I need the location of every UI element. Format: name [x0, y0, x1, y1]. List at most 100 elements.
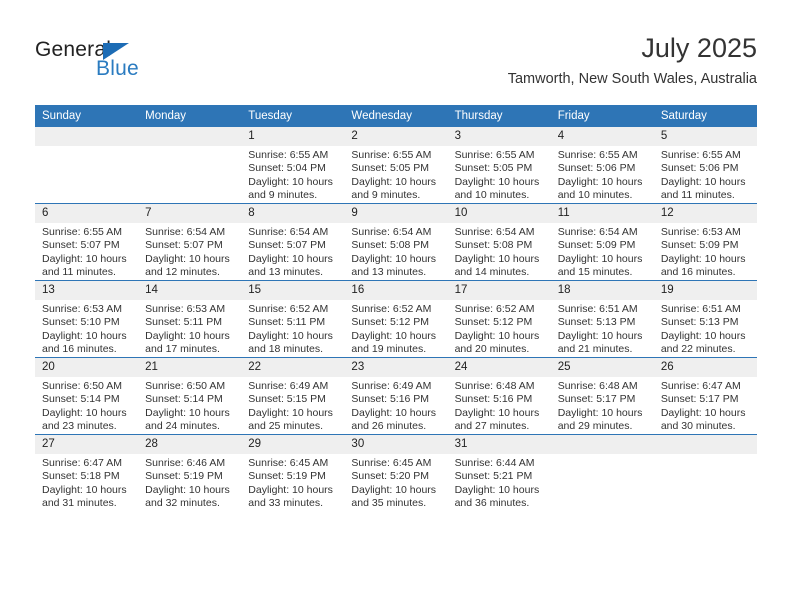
day-detail-line: Sunset: 5:07 PM [248, 239, 326, 252]
calendar-day-cell[interactable]: 5 Sunrise: 6:55 AM Sunset: 5:06 PM Daylight… [653, 127, 757, 204]
day-detail-line: Daylight: 10 hours [454, 252, 540, 265]
day-number: 16 [344, 281, 448, 300]
day-detail-line: Sunrise: 6:52 AM [351, 303, 432, 315]
day-detail-line: Daylight: 10 hours [145, 483, 230, 496]
calendar-day-cell[interactable]: 16 Sunrise: 6:52 AM Sunset: 5:12 PM Dayligh… [344, 280, 448, 358]
calendar-day-cell[interactable]: 1 Sunrise: 6:55 AM Sunset: 5:04 PM Daylight… [241, 127, 345, 204]
calendar-day-cell[interactable]: 27 Sunrise: 6:47 AM Sunset: 5:18 PM Dayligh… [35, 434, 139, 511]
calendar-empty-cell [138, 127, 242, 204]
day-number: 26 [653, 358, 757, 377]
day-number: 17 [447, 281, 551, 300]
day-detail-line: Daylight: 10 hours [660, 175, 746, 188]
calendar-day-cell[interactable]: 18 Sunrise: 6:51 AM Sunset: 5:13 PM Dayligh… [550, 280, 654, 358]
day-detail-line: Sunset: 5:10 PM [42, 316, 120, 329]
day-detail-line: Sunrise: 6:45 AM [248, 457, 329, 469]
day-detail-line: Daylight: 10 hours [454, 406, 540, 419]
day-number [138, 127, 242, 146]
calendar-day-cell[interactable]: 2 Sunrise: 6:55 AM Sunset: 5:05 PM Daylight… [344, 127, 448, 204]
day-detail-line: Sunset: 5:14 PM [145, 393, 223, 406]
day-details: Sunrise: 6:49 AM Sunset: 5:15 PM Daylight:… [241, 377, 344, 434]
day-detail-line: Sunrise: 6:44 AM [454, 457, 535, 469]
page-header: General Blue July 2025 Tamworth, New Sou… [35, 32, 757, 96]
day-detail-line: Sunset: 5:12 PM [454, 316, 533, 329]
day-details: Sunrise: 6:50 AM Sunset: 5:14 PM Daylight:… [138, 377, 241, 434]
day-details: Sunrise: 6:44 AM Sunset: 5:21 PM Daylight:… [448, 454, 551, 511]
day-detail-line: and 32 minutes. [145, 497, 220, 510]
day-detail-line: Sunrise: 6:52 AM [454, 303, 535, 315]
day-detail-line: Sunset: 5:13 PM [660, 316, 739, 329]
day-detail-line: and 10 minutes. [557, 189, 633, 202]
calendar-day-cell[interactable]: 29 Sunrise: 6:45 AM Sunset: 5:19 PM Dayligh… [241, 434, 345, 511]
calendar-day-cell[interactable]: 31 Sunrise: 6:44 AM Sunset: 5:21 PM Dayligh… [447, 434, 551, 511]
calendar-day-cell[interactable]: 7 Sunrise: 6:54 AM Sunset: 5:07 PM Daylight… [138, 203, 242, 281]
weekday-header-monday: Monday [138, 105, 242, 127]
brand-logo[interactable]: General Blue [35, 38, 235, 86]
day-detail-line: and 19 minutes. [351, 343, 427, 356]
calendar-day-cell[interactable]: 24 Sunrise: 6:48 AM Sunset: 5:16 PM Dayligh… [447, 357, 551, 435]
day-detail-line: Sunset: 5:09 PM [660, 239, 739, 252]
calendar-body: 1 Sunrise: 6:55 AM Sunset: 5:04 PM Daylight… [35, 127, 757, 511]
calendar-day-cell[interactable]: 13 Sunrise: 6:53 AM Sunset: 5:10 PM Dayligh… [35, 280, 139, 358]
calendar-day-cell[interactable]: 30 Sunrise: 6:45 AM Sunset: 5:20 PM Dayligh… [344, 434, 448, 511]
calendar-day-cell[interactable]: 6 Sunrise: 6:55 AM Sunset: 5:07 PM Daylight… [35, 203, 139, 281]
calendar-day-cell[interactable]: 4 Sunrise: 6:55 AM Sunset: 5:06 PM Daylight… [550, 127, 654, 204]
day-detail-line: and 29 minutes. [557, 420, 633, 433]
day-detail-line: and 26 minutes. [351, 420, 427, 433]
calendar-day-cell[interactable]: 23 Sunrise: 6:49 AM Sunset: 5:16 PM Dayligh… [344, 357, 448, 435]
day-detail-line: Sunrise: 6:54 AM [248, 226, 329, 238]
calendar-day-cell[interactable]: 20 Sunrise: 6:50 AM Sunset: 5:14 PM Dayligh… [35, 357, 139, 435]
day-details: Sunrise: 6:53 AM Sunset: 5:11 PM Daylight:… [138, 300, 241, 357]
day-details: Sunrise: 6:47 AM Sunset: 5:18 PM Daylight:… [35, 454, 138, 511]
day-detail-line: Sunrise: 6:46 AM [145, 457, 226, 469]
day-detail-line: Sunrise: 6:49 AM [351, 380, 432, 392]
calendar-day-cell[interactable]: 9 Sunrise: 6:54 AM Sunset: 5:08 PM Daylight… [344, 203, 448, 281]
calendar-day-cell[interactable]: 3 Sunrise: 6:55 AM Sunset: 5:05 PM Daylight… [447, 127, 551, 204]
calendar-week-row: 13 Sunrise: 6:53 AM Sunset: 5:10 PM Dayligh… [35, 280, 757, 358]
day-number: 10 [447, 204, 551, 223]
calendar-day-cell[interactable]: 17 Sunrise: 6:52 AM Sunset: 5:12 PM Dayligh… [447, 280, 551, 358]
day-detail-line: Sunrise: 6:51 AM [557, 303, 638, 315]
calendar-day-cell[interactable]: 14 Sunrise: 6:53 AM Sunset: 5:11 PM Dayligh… [138, 280, 242, 358]
calendar-empty-cell [35, 127, 139, 204]
day-detail-line: Daylight: 10 hours [248, 329, 333, 342]
day-detail-line: Daylight: 10 hours [660, 406, 746, 419]
calendar-day-cell[interactable]: 19 Sunrise: 6:51 AM Sunset: 5:13 PM Dayligh… [653, 280, 757, 358]
day-details: Sunrise: 6:47 AM Sunset: 5:17 PM Daylight:… [654, 377, 757, 434]
calendar-day-cell[interactable]: 21 Sunrise: 6:50 AM Sunset: 5:14 PM Dayligh… [138, 357, 242, 435]
calendar-day-cell[interactable]: 15 Sunrise: 6:52 AM Sunset: 5:11 PM Dayligh… [241, 280, 345, 358]
day-number: 23 [344, 358, 448, 377]
day-number: 25 [550, 358, 654, 377]
day-details: Sunrise: 6:51 AM Sunset: 5:13 PM Daylight:… [654, 300, 757, 357]
day-details: Sunrise: 6:54 AM Sunset: 5:08 PM Daylight:… [448, 223, 551, 280]
day-detail-line: Sunset: 5:19 PM [145, 470, 223, 483]
day-detail-line: Sunrise: 6:53 AM [42, 303, 122, 315]
day-details: Sunrise: 6:49 AM Sunset: 5:16 PM Daylight:… [344, 377, 447, 434]
day-details: Sunrise: 6:55 AM Sunset: 5:07 PM Daylight:… [35, 223, 138, 280]
calendar-day-cell[interactable]: 25 Sunrise: 6:48 AM Sunset: 5:17 PM Dayligh… [550, 357, 654, 435]
calendar-day-cell[interactable]: 28 Sunrise: 6:46 AM Sunset: 5:19 PM Dayligh… [138, 434, 242, 511]
brand-name-blue: Blue [96, 57, 139, 80]
calendar-day-cell[interactable]: 22 Sunrise: 6:49 AM Sunset: 5:15 PM Dayligh… [241, 357, 345, 435]
day-detail-line: Sunrise: 6:48 AM [454, 380, 535, 392]
calendar-day-cell[interactable]: 8 Sunrise: 6:54 AM Sunset: 5:07 PM Daylight… [241, 203, 345, 281]
day-detail-line: Sunset: 5:18 PM [42, 470, 120, 483]
day-detail-line: Daylight: 10 hours [145, 252, 230, 265]
day-detail-line: and 25 minutes. [248, 420, 323, 433]
day-detail-line: Sunrise: 6:49 AM [248, 380, 329, 392]
calendar-day-cell[interactable]: 11 Sunrise: 6:54 AM Sunset: 5:09 PM Dayligh… [550, 203, 654, 281]
calendar-day-cell[interactable]: 10 Sunrise: 6:54 AM Sunset: 5:08 PM Dayligh… [447, 203, 551, 281]
day-number: 18 [550, 281, 654, 300]
day-detail-line: Sunrise: 6:51 AM [660, 303, 741, 315]
day-details: Sunrise: 6:54 AM Sunset: 5:08 PM Daylight:… [344, 223, 447, 280]
day-detail-line: Sunset: 5:20 PM [351, 470, 430, 483]
day-detail-line: Sunrise: 6:55 AM [557, 149, 638, 161]
day-detail-line: Daylight: 10 hours [351, 175, 437, 188]
day-detail-line: Sunrise: 6:47 AM [42, 457, 122, 469]
day-detail-line: Sunset: 5:16 PM [454, 393, 533, 406]
day-details: Sunrise: 6:53 AM Sunset: 5:10 PM Daylight:… [35, 300, 138, 357]
day-detail-line: Sunrise: 6:52 AM [248, 303, 329, 315]
calendar-header-row: Sunday Monday Tuesday Wednesday Thursday Frid… [35, 105, 757, 127]
calendar-page: General Blue July 2025 Tamworth, New Sou… [0, 0, 792, 612]
calendar-day-cell[interactable]: 26 Sunrise: 6:47 AM Sunset: 5:17 PM Dayligh… [653, 357, 757, 435]
calendar-day-cell[interactable]: 12 Sunrise: 6:53 AM Sunset: 5:09 PM Dayligh… [653, 203, 757, 281]
